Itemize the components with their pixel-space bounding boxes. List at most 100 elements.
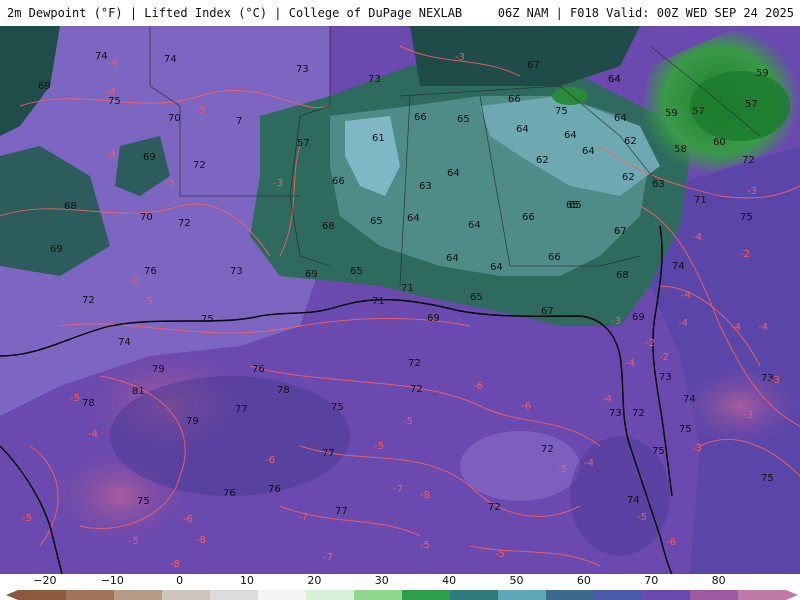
dewpoint-value-label: 57 (745, 99, 758, 110)
dewpoint-value-label: 72 (193, 160, 206, 171)
dewpoint-value-label: 78 (277, 385, 290, 396)
dewpoint-value-label: 64 (516, 124, 529, 135)
colorbar-tick-label: 60 (576, 574, 591, 587)
dewpoint-value-label: 75 (679, 424, 692, 435)
dewpoint-value-label: 64 (446, 253, 459, 264)
lifted-index-label: -5 (637, 512, 647, 523)
dewpoint-value-label: 73 (296, 64, 309, 75)
dewpoint-value-label: 62 (624, 136, 637, 147)
lifted-index-label: -8 (196, 535, 206, 546)
dewpoint-value-label: 74 (683, 394, 696, 405)
dewpoint-value-label: 76 (223, 488, 236, 499)
dewpoint-value-label: 76 (268, 484, 281, 495)
colorbar-gradient (6, 590, 798, 600)
lifted-index-label: -5 (143, 296, 153, 307)
forecast-map: 74 74 73 73 69 75 70 7 69 72 68 70 72 69 73 76 72 75 74 79 8… (0, 26, 800, 574)
colorbar-segment (210, 590, 259, 600)
dewpoint-value-label: 78 (82, 398, 95, 409)
dewpoint-value-label: 67 (541, 306, 554, 317)
lifted-index-label: -3 (692, 443, 702, 454)
lifted-index-label: -4 (758, 322, 768, 333)
dewpoint-value-label: 7 (236, 116, 242, 127)
dewpoint-value-label: 65 (370, 216, 383, 227)
lifted-index-label: -7 (393, 484, 403, 495)
dewpoint-value-label: 66 (522, 212, 535, 223)
dewpoint-value-label: 74 (164, 54, 177, 65)
dewpoint-value-label: 77 (235, 404, 248, 415)
colorbar-segment (114, 590, 163, 600)
dewpoint-value-label: 65 (470, 292, 483, 303)
colorbar-tick-label: 40 (442, 574, 457, 587)
dewpoint-value-label: 70 (168, 113, 181, 124)
lifted-index-label: -8 (420, 490, 430, 501)
dewpoint-value-label: 64 (447, 168, 460, 179)
colorbar-ticks: −20 −10 0 10 20 30 40 50 60 70 80 (0, 574, 800, 588)
colorbar-segment (66, 590, 115, 600)
dewpoint-value-label: 72 (488, 502, 501, 513)
dewpoint-value-label: 74 (118, 337, 131, 348)
dewpoint-value-label: 73 (368, 74, 381, 85)
dewpoint-value-label: 71 (401, 283, 414, 294)
dewpoint-value-label: 64 (582, 146, 595, 157)
dewpoint-value-label: 73 (659, 372, 672, 383)
lifted-index-label: -2 (659, 352, 669, 363)
colorbar-tick-label: 0 (176, 574, 184, 587)
lifted-index-label: -5 (129, 536, 139, 547)
lifted-index-label: -4 (692, 232, 702, 243)
lifted-index-label: -5 (22, 513, 32, 524)
dewpoint-value-label: 76 (252, 364, 265, 375)
dewpoint-value-label: 73 (230, 266, 243, 277)
dewpoint-value-label: 72 (178, 218, 191, 229)
dewpoint-value-label: 72 (541, 444, 554, 455)
dewpoint-value-label: 69 (305, 269, 318, 280)
dewpoint-value-label: 72 (410, 384, 423, 395)
colorbar-segment (594, 590, 643, 600)
colorbar-max-arrow (786, 590, 798, 600)
dewpoint-value-label: 72 (82, 295, 95, 306)
dewpoint-value-label: 65 (569, 200, 582, 211)
dewpoint-value-label: 62 (622, 172, 635, 183)
colorbar-segment (642, 590, 691, 600)
title-bar: 2m Dewpoint (°F) | Lifted Index (°C) | C… (0, 0, 800, 26)
dewpoint-value-label: 64 (564, 130, 577, 141)
lifted-index-label: -4 (731, 322, 741, 333)
lifted-index-label: -5 (420, 540, 430, 551)
dewpoint-value-label: 66 (332, 176, 345, 187)
dewpoint-value-label: 75 (201, 314, 214, 325)
colorbar-tick-label: −10 (100, 574, 124, 587)
dewpoint-value-label: 75 (555, 106, 568, 117)
dewpoint-value-label: 64 (468, 220, 481, 231)
colorbar-segment (738, 590, 787, 600)
dewpoint-value-label: 72 (742, 155, 755, 166)
lifted-index-label: -3 (743, 410, 753, 421)
lifted-index-label: -5 (70, 393, 80, 404)
lifted-index-label: -3 (747, 186, 757, 197)
colorbar-tick-label: −20 (33, 574, 57, 587)
dewpoint-value-label: 66 (414, 112, 427, 123)
dewpoint-value-label: 69 (632, 312, 645, 323)
colorbar-segment (498, 590, 547, 600)
dewpoint-value-label: 65 (350, 266, 363, 277)
warm-blob-3 (680, 366, 800, 446)
lifted-index-label: -4 (584, 458, 594, 469)
dewpoint-value-label: 74 (627, 495, 640, 506)
dewpoint-value-label: 75 (331, 402, 344, 413)
dewpoint-value-label: 64 (608, 74, 621, 85)
lifted-index-label: -5 (557, 464, 567, 475)
dewpoint-value-label: 69 (427, 313, 440, 324)
dewpoint-value-label: 60 (713, 137, 726, 148)
dewpoint-value-label: 67 (614, 226, 627, 237)
dewpoint-value-label: 79 (186, 416, 199, 427)
dewpoint-value-label: 74 (95, 51, 108, 62)
dewpoint-value-label: 63 (652, 179, 665, 190)
lifted-index-label: -8 (170, 559, 180, 570)
lifted-index-label: -5 (403, 416, 413, 427)
lifted-index-label: -4 (681, 290, 691, 301)
lifted-index-label: -4 (88, 429, 98, 440)
dewpoint-value-label: 75 (761, 473, 774, 484)
colorbar-segment (258, 590, 307, 600)
colorbar-tick-label: 20 (307, 574, 322, 587)
colorbar-segment (402, 590, 451, 600)
lifted-index-label: -4 (602, 394, 612, 405)
lifted-index-label: -5 (374, 441, 384, 452)
